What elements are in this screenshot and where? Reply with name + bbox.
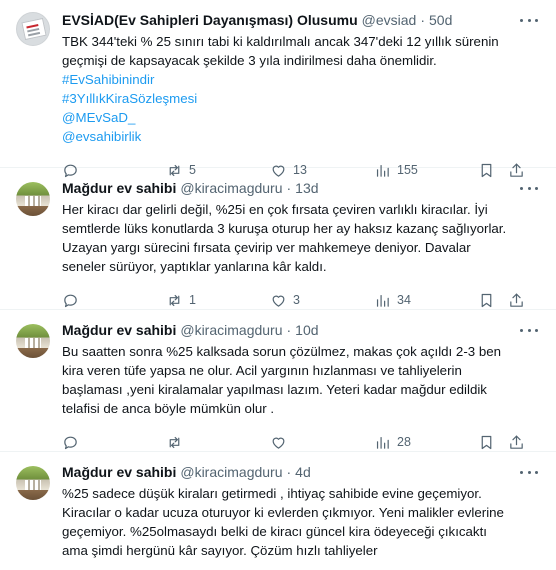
author-name[interactable]: Mağdur ev sahibi — [62, 320, 176, 340]
bookmark-button[interactable] — [478, 290, 508, 310]
avatar[interactable] — [16, 12, 50, 46]
timestamp[interactable]: 13d — [295, 178, 318, 198]
more-options-icon[interactable] — [520, 12, 538, 28]
tweet-header: Mağdur ev sahibi @kiracimagduru · 4d — [62, 462, 542, 482]
reply-button[interactable] — [62, 432, 166, 452]
view-count: 28 — [397, 435, 411, 449]
heart-icon — [272, 295, 285, 307]
author-name[interactable]: Mağdur ev sahibi — [62, 178, 176, 198]
tweet[interactable]: Mağdur ev sahibi @kiracimagduru · 13d He… — [0, 168, 556, 310]
tweet-header: EVSİAD(Ev Sahipleri Dayanışması) Olusumu… — [62, 10, 542, 30]
share-icon — [510, 293, 523, 307]
share-button[interactable] — [508, 432, 528, 452]
hashtag-link[interactable]: #EvSahibinindir — [62, 70, 524, 89]
tweet-text: Bu saatten sonra %25 kalksada sorun çözü… — [62, 342, 542, 418]
separator-dot: · — [286, 464, 292, 480]
retweet-count: 1 — [189, 293, 196, 307]
like-button[interactable]: 3 — [270, 290, 374, 310]
tweet-text-line: seneler sürüyor, yaptıklar yanlarına kâr… — [62, 259, 327, 274]
author-handle[interactable]: @kiracimagduru — [180, 320, 282, 340]
author-name[interactable]: Mağdur ev sahibi — [62, 462, 176, 482]
retweet-button[interactable] — [166, 432, 270, 452]
views-icon — [376, 436, 389, 449]
timestamp[interactable]: 50d — [429, 10, 452, 30]
timeline-feed: EVSİAD(Ev Sahipleri Dayanışması) Olusumu… — [0, 0, 556, 570]
author-handle[interactable]: @evsiad — [362, 10, 417, 30]
reply-icon — [64, 436, 77, 449]
retweet-button[interactable]: 1 — [166, 290, 270, 310]
tweet-text-line: telafisi de anca böyle mümkün olur . — [62, 401, 275, 416]
more-options-icon[interactable] — [520, 464, 538, 480]
separator-dot: · — [286, 180, 292, 196]
tweet-text-line: semtlerde lüks konutlarda 3 kuruşa oturu… — [62, 221, 507, 236]
tweet-text-line: TBK 344'teki % 25 sınırı tabi ki kaldırı… — [62, 34, 499, 49]
bookmark-button[interactable] — [478, 432, 508, 452]
tweet-header: Mağdur ev sahibi @kiracimagduru · 13d — [62, 178, 542, 198]
tweet[interactable]: EVSİAD(Ev Sahipleri Dayanışması) Olusumu… — [0, 0, 556, 177]
timestamp[interactable]: 10d — [295, 320, 318, 340]
tweet-text: Her kiracı dar gelirli değil, %25i en ço… — [62, 200, 542, 276]
tweet[interactable]: Mağdur ev sahibi @kiracimagduru · 4d %25… — [0, 452, 556, 570]
avatar[interactable] — [16, 324, 50, 358]
share-icon — [510, 435, 523, 449]
views-icon — [376, 294, 389, 307]
tweet-text-line: geçmişi de kapsayacak şekilde 3 yıla ind… — [62, 53, 437, 68]
avatar[interactable] — [16, 182, 50, 216]
reply-icon — [64, 294, 77, 307]
tweet-text-line: kira veren tüfe yapsa ne olur. Acil yarg… — [62, 363, 462, 378]
hashtag-link[interactable]: #3YıllıkKiraSözleşmesi — [62, 89, 524, 108]
view-count: 34 — [397, 293, 411, 307]
retweet-icon — [169, 294, 180, 306]
views-button[interactable]: 28 — [374, 432, 478, 452]
separator-dot: · — [420, 12, 426, 28]
separator-dot: · — [286, 322, 292, 338]
mention-link[interactable]: @MEvSaD_ — [62, 108, 524, 127]
author-handle[interactable]: @kiracimagduru — [180, 462, 282, 482]
tweet-text-line: Her kiracı dar gelirli değil, %25i en ço… — [62, 202, 488, 217]
mention-link[interactable]: @evsahibirlik — [62, 127, 524, 146]
reply-button[interactable] — [62, 290, 166, 310]
like-count: 3 — [293, 293, 300, 307]
views-button[interactable]: 34 — [374, 290, 478, 310]
tweet-text-line: Uzayan yargı sürecini fırsata çevirip ve… — [62, 240, 471, 255]
author-name[interactable]: EVSİAD(Ev Sahipleri Dayanışması) Olusumu — [62, 10, 358, 30]
tweet-header: Mağdur ev sahibi @kiracimagduru · 10d — [62, 320, 542, 340]
tweet-text-line: geçemiyor. %25olmasaydı belki de kiracı … — [62, 524, 487, 539]
author-handle[interactable]: @kiracimagduru — [180, 178, 282, 198]
heart-icon — [272, 437, 285, 449]
share-button[interactable] — [508, 290, 528, 310]
bookmark-icon — [481, 435, 492, 449]
timestamp[interactable]: 4d — [295, 462, 311, 482]
tweet-text-line: başlaması ,yeni kiralamalar yapılması la… — [62, 382, 487, 397]
tweet-text-line: %25 sadece düşük kiraları getirmedi , ih… — [62, 486, 482, 501]
tweet[interactable]: Mağdur ev sahibi @kiracimagduru · 10d Bu… — [0, 310, 556, 452]
tweet-text: %25 sadece düşük kiraları getirmedi , ih… — [62, 484, 542, 560]
tweet-text-line: ama şimdi hergünü kâr sayıyor. Çözüm hız… — [62, 543, 378, 558]
avatar[interactable] — [16, 466, 50, 500]
tweet-text-line: Bu saatten sonra %25 kalksada sorun çözü… — [62, 344, 502, 359]
more-options-icon[interactable] — [520, 180, 538, 196]
more-options-icon[interactable] — [520, 322, 538, 338]
tweet-text-line: Kiracılar o kadar ucuza oturuyor ki evle… — [62, 505, 504, 520]
bookmark-icon — [481, 293, 492, 307]
tweet-text: TBK 344'teki % 25 sınırı tabi ki kaldırı… — [62, 32, 542, 146]
like-button[interactable] — [270, 432, 374, 452]
retweet-icon — [169, 436, 180, 448]
